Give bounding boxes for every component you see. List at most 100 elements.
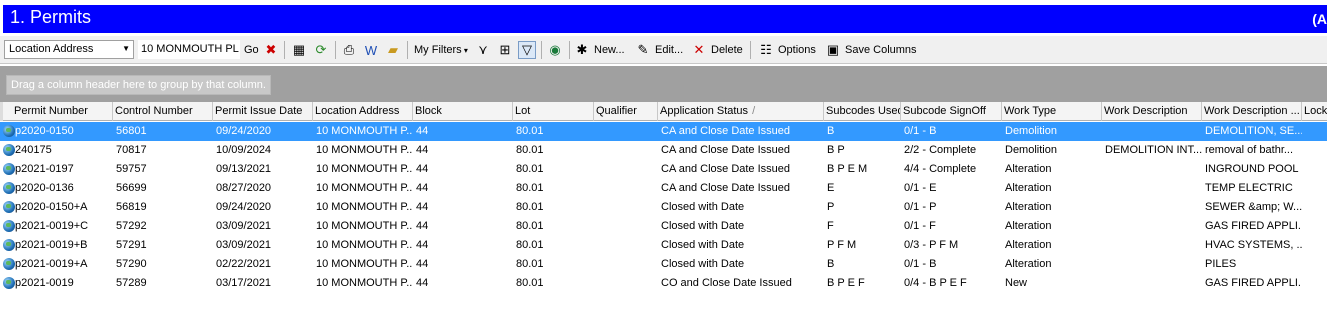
globe-icon — [3, 144, 15, 156]
column-header-locked[interactable]: Locke — [1302, 102, 1327, 121]
cell-permit-number: p2021-0019+B — [15, 239, 88, 251]
cell-block: 44 — [416, 182, 429, 194]
column-header-subcode-signoff[interactable]: Subcode SignOff — [901, 102, 1002, 121]
cell-subcodes-used: P F M — [827, 239, 857, 251]
column-header-label: Locke — [1304, 105, 1327, 117]
cell-work-description-2: removal of bathr... — [1205, 144, 1294, 156]
delete-icon: ✕ — [693, 42, 705, 57]
table-row[interactable]: p2021-0019+B 57291 03/09/2021 10 MONMOUTH P… — [0, 236, 1327, 255]
cell-permit-number: p2021-0197 — [15, 163, 74, 175]
cell-location-address: 10 MONMOUTH P... — [316, 144, 413, 156]
toolbar-separator — [541, 41, 542, 59]
cell-permit-number: p2020-0150+A — [15, 201, 88, 213]
word-export-icon[interactable]: W — [362, 41, 380, 59]
cell-locked — [1305, 179, 1327, 198]
column-header-location-address[interactable]: Location Address — [313, 102, 413, 121]
search-globe-icon[interactable]: ◉ — [546, 41, 564, 59]
delete-button[interactable]: Delete — [711, 40, 743, 60]
cell-work-description — [1105, 255, 1202, 274]
table-row[interactable]: p2021-0019+A 57290 02/22/2021 10 MONMOUTH P… — [0, 255, 1327, 274]
column-header-application-status[interactable]: Application Status / — [658, 102, 824, 121]
cell-locked — [1305, 198, 1327, 217]
search-input[interactable]: 10 MONMOUTH PLACE — [138, 40, 240, 59]
refresh-icon[interactable]: ⟳ — [312, 41, 330, 59]
options-button[interactable]: Options — [778, 40, 816, 60]
column-header-permit-issue-date[interactable]: Permit Issue Date — [213, 102, 313, 121]
cell-location-address: 10 MONMOUTH P... — [316, 163, 413, 175]
column-header-work-type[interactable]: Work Type — [1002, 102, 1102, 121]
cell-block: 44 — [416, 258, 429, 270]
cell-permit-issue-date: 10/09/2024 — [216, 144, 272, 156]
globe-icon — [3, 277, 15, 289]
cell-work-description-2: GAS FIRED APPLI... — [1205, 277, 1302, 289]
column-header-control-number[interactable]: Control Number — [113, 102, 213, 121]
cell-location-address: 10 MONMOUTH P... — [316, 277, 413, 289]
cell-block: 44 — [416, 220, 429, 232]
cell-lot: 80.01 — [516, 239, 544, 251]
cell-subcode-signoff: 0/4 - B P E F — [904, 277, 967, 289]
folder-icon[interactable]: ▰ — [384, 41, 402, 59]
cell-work-description-2: PILES — [1205, 258, 1237, 270]
column-header-lot[interactable]: Lot — [513, 102, 594, 121]
cell-work-type: Alteration — [1005, 182, 1052, 194]
cell-block: 44 — [416, 239, 429, 251]
window-title-right: (A — [1312, 11, 1327, 27]
cell-application-status: CO and Close Date Issued — [661, 277, 792, 289]
go-button[interactable]: Go — [244, 40, 259, 60]
filter-edit-icon[interactable]: ⊞ — [496, 41, 514, 59]
cell-qualifier — [597, 122, 658, 141]
cell-control-number: 70817 — [116, 144, 147, 156]
cell-permit-number: p2020-0150 — [15, 125, 74, 137]
cell-work-description — [1105, 160, 1202, 179]
table-row[interactable]: p2021-0197 59757 09/13/2021 10 MONMOUTH P..… — [0, 160, 1327, 179]
column-header-block[interactable]: Block — [413, 102, 513, 121]
column-header-label: Permit Issue Date — [215, 105, 303, 117]
calendar-icon[interactable]: ▦ — [290, 41, 308, 59]
table-row[interactable]: p2020-0136 56699 08/27/2020 10 MONMOUTH P..… — [0, 179, 1327, 198]
search-field-select[interactable]: Location Address ▼ — [4, 40, 134, 59]
print-icon[interactable]: ⎙ — [340, 41, 358, 59]
cell-subcode-signoff: 4/4 - Complete — [904, 163, 977, 175]
cell-work-description — [1105, 274, 1202, 293]
clear-icon[interactable]: ✖ — [262, 41, 280, 59]
cell-block: 44 — [416, 125, 429, 137]
table-row[interactable]: p2021-0019 57289 03/17/2021 10 MONMOUTH P..… — [0, 274, 1327, 293]
column-header-qualifier[interactable]: Qualifier — [594, 102, 658, 121]
cell-block: 44 — [416, 277, 429, 289]
cell-lot: 80.01 — [516, 220, 544, 232]
table-row[interactable]: p2021-0019+C 57292 03/09/2021 10 MONMOUTH P… — [0, 217, 1327, 236]
cell-subcodes-used: B P E F — [827, 277, 865, 289]
edit-button[interactable]: Edit... — [655, 40, 683, 60]
new-button[interactable]: New... — [594, 40, 625, 60]
column-header-label: Control Number — [115, 105, 193, 117]
cell-application-status: Closed with Date — [661, 258, 745, 270]
cell-subcode-signoff: 0/3 - P F M — [904, 239, 959, 251]
toolbar-separator — [569, 41, 570, 59]
table-row[interactable]: p2020-0150 56801 09/24/2020 10 MONMOUTH P..… — [0, 122, 1327, 141]
cell-lot: 80.01 — [516, 125, 544, 137]
table-row[interactable]: 240175 70817 10/09/2024 10 MONMOUTH P... 44 8… — [0, 141, 1327, 160]
column-header-subcodes-used[interactable]: Subcodes Used — [824, 102, 901, 121]
cell-qualifier — [597, 141, 658, 160]
cell-permit-issue-date: 03/17/2021 — [216, 277, 272, 289]
column-header-work-description[interactable]: Work Description — [1102, 102, 1202, 121]
cell-lot: 80.01 — [516, 277, 544, 289]
table-row[interactable]: p2020-0150+A 56819 09/24/2020 10 MONMOUTH P… — [0, 198, 1327, 217]
cell-work-description-2: INGROUND POOL — [1205, 163, 1299, 175]
filter-dropdown-icon[interactable]: ⋎ — [474, 41, 492, 59]
cell-locked — [1305, 236, 1327, 255]
my-filters-button[interactable]: My Filters ▾ — [414, 40, 468, 60]
save-columns-button[interactable]: Save Columns — [845, 40, 917, 60]
toolbar-separator — [407, 41, 408, 59]
cell-application-status: CA and Close Date Issued — [661, 144, 791, 156]
column-header-label: Location Address — [315, 105, 400, 117]
cell-subcodes-used: B — [827, 125, 835, 137]
filter-icon[interactable]: ▽ — [518, 41, 536, 59]
group-by-area[interactable]: Drag a column header here to group by th… — [0, 66, 1327, 102]
cell-locked — [1305, 255, 1327, 274]
cell-work-description — [1105, 217, 1202, 236]
cell-work-type: Alteration — [1005, 258, 1052, 270]
column-header-work-description-2[interactable]: Work Description ... — [1202, 102, 1302, 121]
column-header-permit-number[interactable]: Permit Number — [12, 102, 113, 121]
cell-permit-issue-date: 09/24/2020 — [216, 201, 272, 213]
